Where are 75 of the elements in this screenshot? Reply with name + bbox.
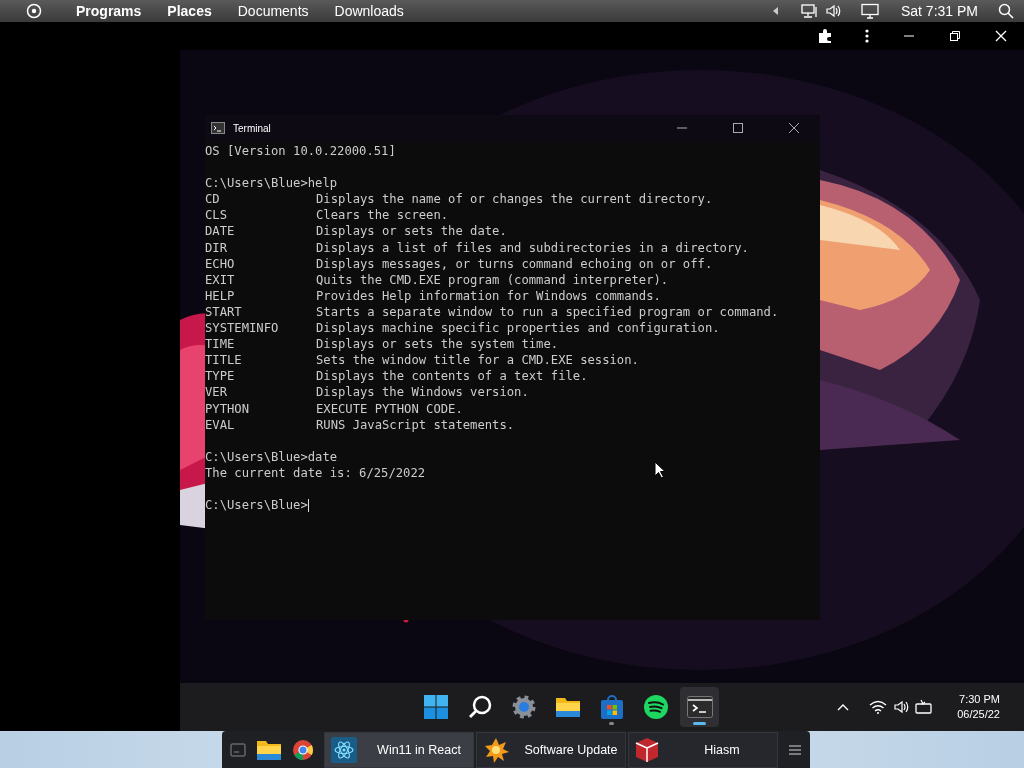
task-button[interactable]: Hiasm [628,731,778,768]
command-description: Displays messages, or turns command echoing on or off. [316,255,713,272]
output-line: C:\Users\Blue>help [205,175,338,192]
command-description: Displays the Windows version. [316,384,529,401]
command-name: HELP [205,287,236,304]
network-icon[interactable] [800,3,819,19]
command-description: Displays the name of or changes the current directory. [316,191,713,208]
music-circle-icon [642,694,669,720]
search-icon[interactable] [998,3,1014,19]
command-description: Displays machine specific properties and configuration. [316,320,720,337]
command-name: TIME [205,336,236,353]
circle-dot-icon[interactable] [26,3,42,19]
command-description: Displays the contents of a text file. [316,368,588,385]
monitor-icon[interactable] [860,3,879,19]
browser-icon[interactable] [292,738,314,761]
taskbar-button[interactable] [680,687,720,727]
command-description: Displays or sets the system time. [316,336,559,353]
command-name: TYPE [205,368,236,385]
folder-icon[interactable] [256,738,282,761]
mouse-pointer-icon [654,461,666,479]
command-name: CLS [205,207,228,224]
command-description: Displays a list of files and subdirectories in a directory. [316,239,749,256]
command-description: Clears the screen. [316,207,449,224]
maximize-icon[interactable] [732,122,744,134]
command-name: SYSTEMINFO [205,320,280,337]
menu-icon[interactable] [788,743,802,756]
window-title: Terminal [233,122,271,134]
menu-item[interactable]: Downloads [334,3,404,19]
command-name: DIR [205,239,228,256]
terminal-icon [686,696,713,718]
output-line: C:\Users\Blue>date [205,448,338,465]
command-description: Provides Help information for Windows commands. [316,287,661,304]
menu-item[interactable]: Programs [76,3,142,19]
output-line: OS [Version 10.0.22000.51] [205,143,396,160]
chevron-up-icon[interactable] [837,703,850,711]
close-icon[interactable] [788,122,800,134]
puzzle-icon[interactable] [817,28,833,44]
command-description: Displays or sets the date. [316,223,507,240]
command-name: VER [205,384,228,401]
clock[interactable]: Sat 7:31 PM [900,3,978,19]
command-description: RUNS JavaScript statements. [316,416,515,433]
starburst-icon [483,736,509,763]
menu-item[interactable]: Documents [237,3,309,19]
command-prompt: C:\Users\Blue> [205,497,308,514]
volume-icon[interactable] [824,3,841,19]
command-name: DATE [205,223,236,240]
output-line: The current date is: 6/25/2022 [205,464,426,481]
command-name: EXIT [205,271,236,288]
volume-icon[interactable] [893,699,910,715]
wifi-icon[interactable] [869,700,888,714]
windows-logo-icon [422,694,449,720]
terminal-icon [211,122,225,134]
command-name: CD [205,191,221,208]
command-name: ECHO [205,255,236,272]
command-description: Sets the window title for a CMD.EXE session. [316,352,639,369]
task-button[interactable]: Win11 in React [324,731,474,768]
command-description: Starts a separate window to run a specified program or command. [316,303,779,321]
command-description: Quits the CMD.EXE program (command interpreter). [316,271,669,288]
atom-icon [331,736,357,763]
task-button[interactable]: Software Update [476,731,626,768]
taskbar-date[interactable]: 06/25/22 [957,707,1000,722]
command-description: EXECUTE PYTHON CODE. [316,400,463,417]
restore-icon[interactable] [949,30,961,42]
folder-icon [554,695,581,719]
text-cursor [307,499,309,513]
more-icon[interactable] [865,29,869,43]
command-name: TITLE [205,352,243,369]
taskbar-time[interactable]: 7:30 PM [959,692,1000,707]
command-name: START [205,303,243,321]
command-name: EVAL [205,416,236,433]
command-name: PYTHON [205,400,251,417]
shopping-bag-icon [599,694,624,720]
cube-icon [635,736,659,763]
menu-item[interactable]: Places [167,3,212,19]
gear-icon [510,694,537,720]
